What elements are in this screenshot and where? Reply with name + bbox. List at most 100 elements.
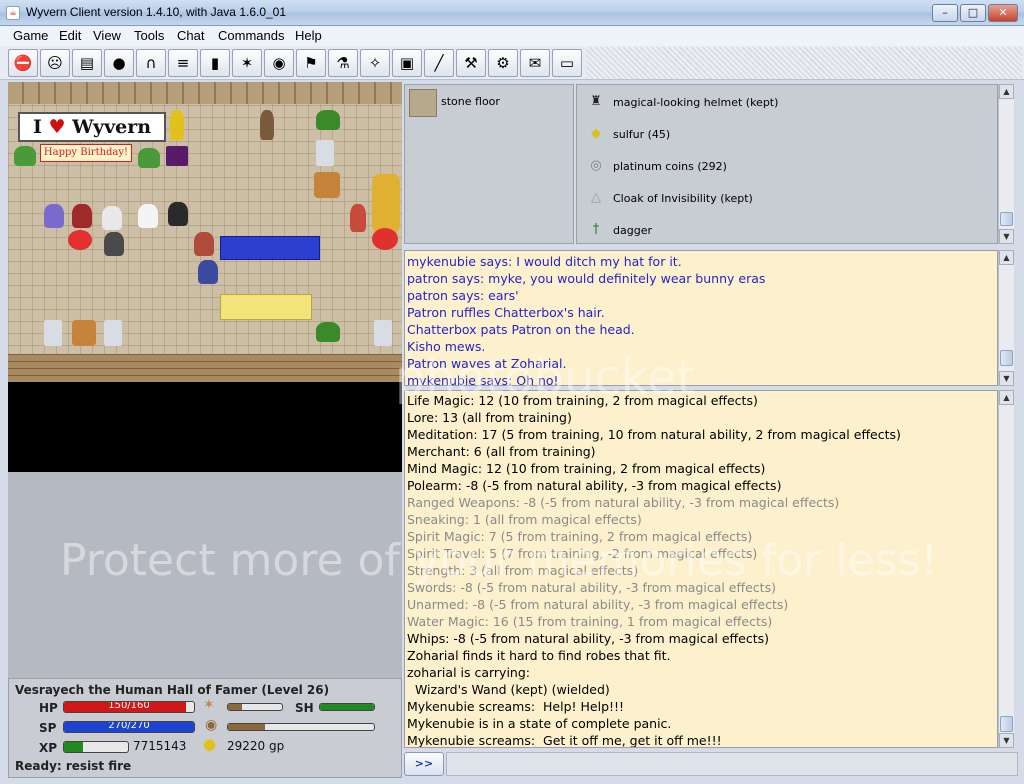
potion-icon[interactable]: ⚗ xyxy=(328,49,358,77)
player-sprite[interactable] xyxy=(198,260,218,284)
scroll-icon[interactable]: ≡ xyxy=(168,49,198,77)
scroll-thumb[interactable] xyxy=(1000,716,1013,732)
log-line: Mykenubie screams: Help! Help!!! xyxy=(407,699,625,714)
player-sprite[interactable] xyxy=(350,204,366,232)
scroll-up-icon[interactable]: ▲ xyxy=(999,84,1014,99)
food-icon: ✶ xyxy=(203,697,215,713)
character-status-panel: Vesrayech the Human Hall of Famer (Level… xyxy=(8,678,402,778)
inventory-item[interactable]: ♜ magical-looking helmet (kept) xyxy=(583,87,983,117)
log-line: Spirit Magic: 7 (5 from training, 2 from… xyxy=(407,529,753,544)
doorway-icon[interactable]: ∩ xyxy=(136,49,166,77)
cast-icon[interactable]: ✶ xyxy=(232,49,262,77)
tools-icon[interactable]: ⚒ xyxy=(456,49,486,77)
inventory-item[interactable]: † dagger xyxy=(583,215,983,243)
log-line: Meditation: 17 (5 from training, 10 from… xyxy=(407,427,901,442)
cake-table xyxy=(220,294,312,320)
barrel-sprite xyxy=(314,172,340,198)
gold-value: 29220 gp xyxy=(227,739,285,753)
sp-bar: 270/270 xyxy=(63,721,195,733)
menu-view[interactable]: View xyxy=(93,28,121,43)
scroll-thumb[interactable] xyxy=(1000,350,1013,366)
happy-birthday-sign: Happy Birthday! xyxy=(40,144,132,162)
chat-line: mykenubie says: Oh no! xyxy=(407,373,559,386)
menu-tools[interactable]: Tools xyxy=(134,28,164,43)
sp-label: SP xyxy=(39,721,57,735)
plant-sprite xyxy=(316,322,340,342)
gold-coins-icon: ● xyxy=(203,735,217,753)
wand-icon[interactable]: ╱ xyxy=(424,49,454,77)
encumbrance-bar xyxy=(227,723,375,731)
hp-label: HP xyxy=(39,701,58,715)
menu-chat[interactable]: Chat xyxy=(177,28,204,43)
signpost-icon[interactable]: ⚑ xyxy=(296,49,326,77)
command-submit-button[interactable]: >> xyxy=(404,752,444,776)
gear-icon[interactable]: ⚙ xyxy=(488,49,518,77)
java-app-icon: ☕ xyxy=(6,6,20,20)
lock-icon[interactable]: ▣ xyxy=(392,49,422,77)
eye-icon[interactable]: ◉ xyxy=(264,49,294,77)
window-title: Wyvern Client version 1.4.10, with Java … xyxy=(26,5,287,19)
scroll-down-icon[interactable]: ▼ xyxy=(999,733,1014,748)
inventory-item[interactable]: ◆ sulfur (45) xyxy=(583,119,983,149)
scroll-down-icon[interactable]: ▼ xyxy=(999,229,1014,244)
message-log-pane[interactable]: Life Magic: 12 (10 from training, 2 from… xyxy=(404,390,998,748)
xp-value: 7715143 xyxy=(133,739,187,753)
minimize-button[interactable]: – xyxy=(932,4,958,22)
bag-icon[interactable]: ▤ xyxy=(72,49,102,77)
menu-game[interactable]: Game xyxy=(13,28,48,43)
no-entry-icon[interactable]: ⛔ xyxy=(8,49,38,77)
maximize-button[interactable]: □ xyxy=(960,4,986,22)
player-sprite[interactable] xyxy=(72,204,92,228)
inventory-item-label: sulfur (45) xyxy=(613,128,671,141)
chat-scrollbar[interactable]: ▲ ▼ xyxy=(998,250,1014,386)
chat-line: patron says: ears' xyxy=(407,288,519,303)
machine-sprite xyxy=(44,320,62,346)
close-button[interactable]: ✕ xyxy=(988,4,1018,22)
log-line: Zoharial finds it hard to find robes tha… xyxy=(407,648,671,663)
chat-pane[interactable]: mykenubie says: I would ditch my hat for… xyxy=(404,250,998,386)
sparkle-icon[interactable]: ✧ xyxy=(360,49,390,77)
scroll-down-icon[interactable]: ▼ xyxy=(999,371,1014,386)
bag-icon: ◉ xyxy=(205,717,218,733)
sh-bar xyxy=(319,703,375,711)
player-sprite[interactable] xyxy=(44,204,64,228)
player-sprite[interactable] xyxy=(138,204,158,228)
log-line: Mykenubie is in a state of complete pani… xyxy=(407,716,672,731)
banner-post: Wyvern xyxy=(72,116,152,138)
scroll-up-icon[interactable]: ▲ xyxy=(999,250,1014,265)
game-map[interactable]: I ♥ Wyvern Happy Birthday! xyxy=(8,82,402,382)
sh-bar-fill xyxy=(320,704,374,710)
speech-bubble-icon[interactable]: ✉ xyxy=(520,49,550,77)
door-icon[interactable]: ▮ xyxy=(200,49,230,77)
who-icon[interactable]: ☹ xyxy=(40,49,70,77)
player-sprite[interactable] xyxy=(102,206,122,230)
inventory-pane: ♜ magical-looking helmet (kept) ◆ sulfur… xyxy=(576,84,998,244)
player-sprite[interactable] xyxy=(168,202,188,226)
scroll-up-icon[interactable]: ▲ xyxy=(999,390,1014,405)
player-sprite[interactable] xyxy=(194,232,214,256)
map-gray-area xyxy=(8,472,402,678)
chat-bubble-icon[interactable]: ▭ xyxy=(552,49,582,77)
inventory-scrollbar[interactable]: ▲ ▼ xyxy=(998,84,1014,244)
cloak-icon: △ xyxy=(591,190,601,205)
log-scrollbar[interactable]: ▲ ▼ xyxy=(998,390,1014,748)
floor-label[interactable]: stone floor xyxy=(441,95,500,108)
menu-commands[interactable]: Commands xyxy=(218,28,284,43)
inventory-item[interactable]: ◎ platinum coins (292) xyxy=(583,151,983,181)
chat-line: mykenubie says: I would ditch my hat for… xyxy=(407,254,682,269)
map-wall-top xyxy=(8,82,402,104)
unexplored-area xyxy=(8,382,402,472)
inventory-item-label: dagger xyxy=(613,224,652,237)
inventory-item-label: platinum coins (292) xyxy=(613,160,727,173)
log-line: Merchant: 6 (all from training) xyxy=(407,444,596,459)
scroll-thumb[interactable] xyxy=(1000,212,1013,226)
menu-edit[interactable]: Edit xyxy=(59,28,81,43)
menu-help[interactable]: Help xyxy=(295,28,322,43)
player-sprite[interactable] xyxy=(104,232,124,256)
heart-icon: ♥ xyxy=(48,116,66,138)
inventory-item[interactable]: △ Cloak of Invisibility (kept) xyxy=(583,183,983,213)
coins-icon[interactable]: ● xyxy=(104,49,134,77)
menu-bar: Game Edit View Tools Chat Commands Help xyxy=(0,26,1024,46)
command-input[interactable] xyxy=(446,752,1018,776)
character-name: Vesrayech the Human Hall of Famer (Level… xyxy=(15,683,330,697)
